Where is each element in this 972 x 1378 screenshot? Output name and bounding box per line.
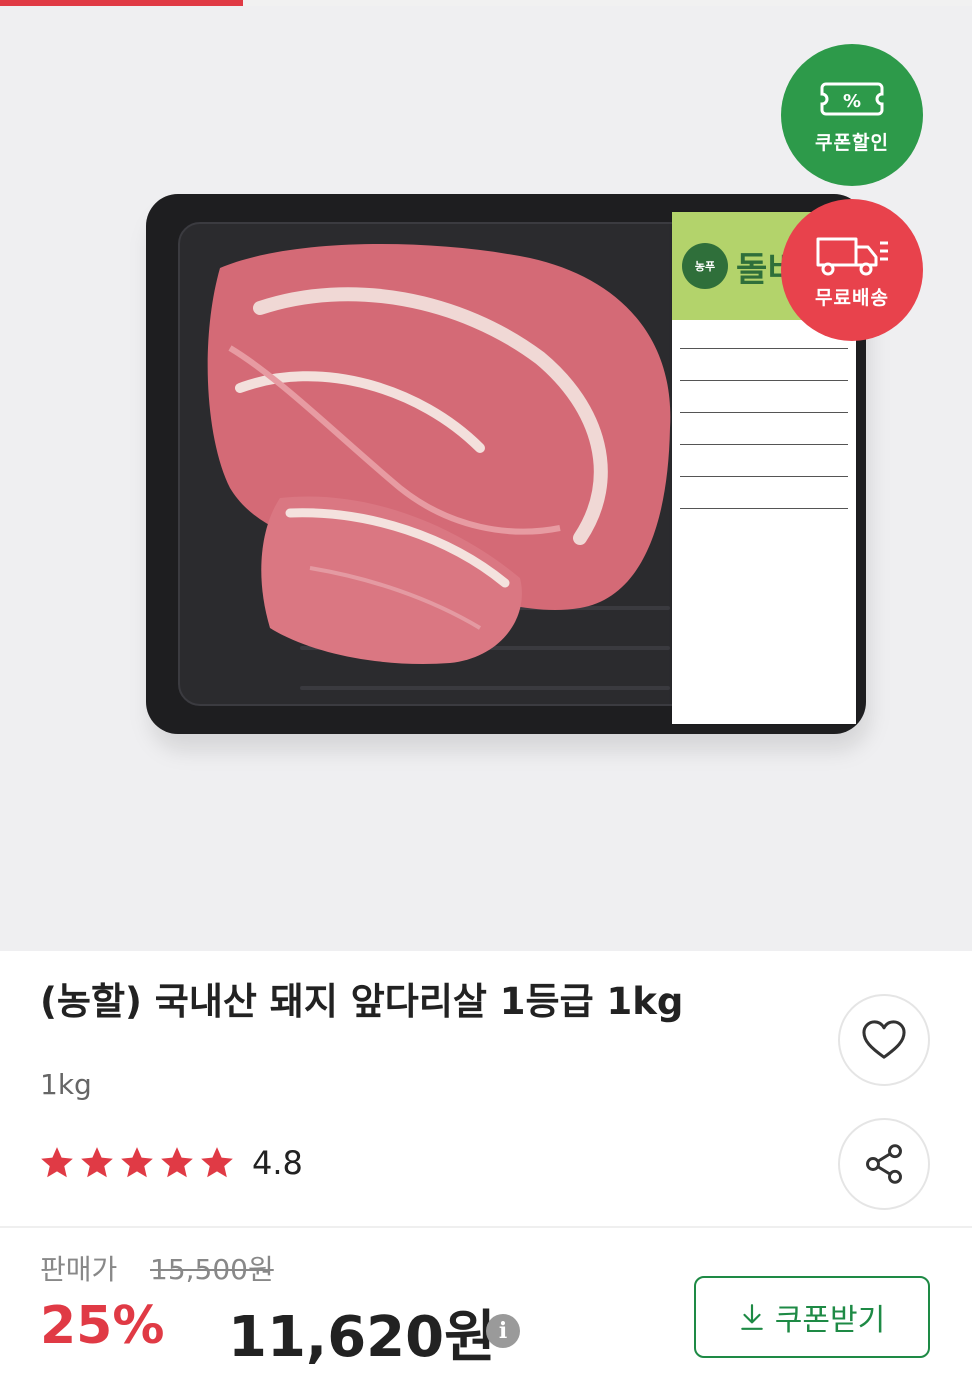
coupon-badge-label: 쿠폰할인: [815, 131, 889, 154]
product-image[interactable]: 농푸 돌비 % 쿠폰할인 무료배송: [0, 6, 972, 951]
price-label: 판매가: [40, 1253, 118, 1286]
heart-icon: [862, 1020, 906, 1059]
discount-rate: 25%: [40, 1296, 165, 1356]
brand-logo: 농푸: [682, 243, 728, 289]
delivery-truck-icon: [816, 237, 888, 275]
star-icon: [121, 1147, 153, 1178]
tray-ridge: [300, 686, 670, 690]
share-icon: [866, 1144, 902, 1184]
pork-meat-image: [207, 244, 671, 664]
info-icon[interactable]: i: [486, 1314, 520, 1348]
product-title: (농할) 국내산 돼지 앞다리살 1등급 1kg: [40, 980, 684, 1023]
delivery-badge-label: 무료배송: [815, 286, 889, 309]
star-icon: [41, 1147, 73, 1178]
coupon-discount-badge: % 쿠폰할인: [781, 44, 923, 186]
product-weight: 1kg: [40, 1068, 92, 1101]
like-button[interactable]: [838, 994, 930, 1086]
rating-stars: 4.8: [38, 1144, 303, 1182]
get-coupon-label: 쿠폰받기: [774, 1303, 886, 1338]
star-icon: [81, 1147, 113, 1178]
sale-price: 11,620원: [228, 1305, 496, 1370]
rating-value: 4.8: [252, 1144, 303, 1182]
free-delivery-badge: 무료배송: [781, 199, 923, 341]
section-divider: [0, 1226, 972, 1228]
get-coupon-button[interactable]: 쿠폰받기: [694, 1276, 930, 1358]
star-icon: [161, 1147, 193, 1178]
svg-text:%: %: [843, 91, 861, 112]
star-icon: [201, 1147, 233, 1178]
original-price: 15,500원: [150, 1253, 274, 1286]
download-icon: [741, 1304, 763, 1330]
coupon-icon: %: [820, 82, 884, 115]
share-button[interactable]: [838, 1118, 930, 1210]
